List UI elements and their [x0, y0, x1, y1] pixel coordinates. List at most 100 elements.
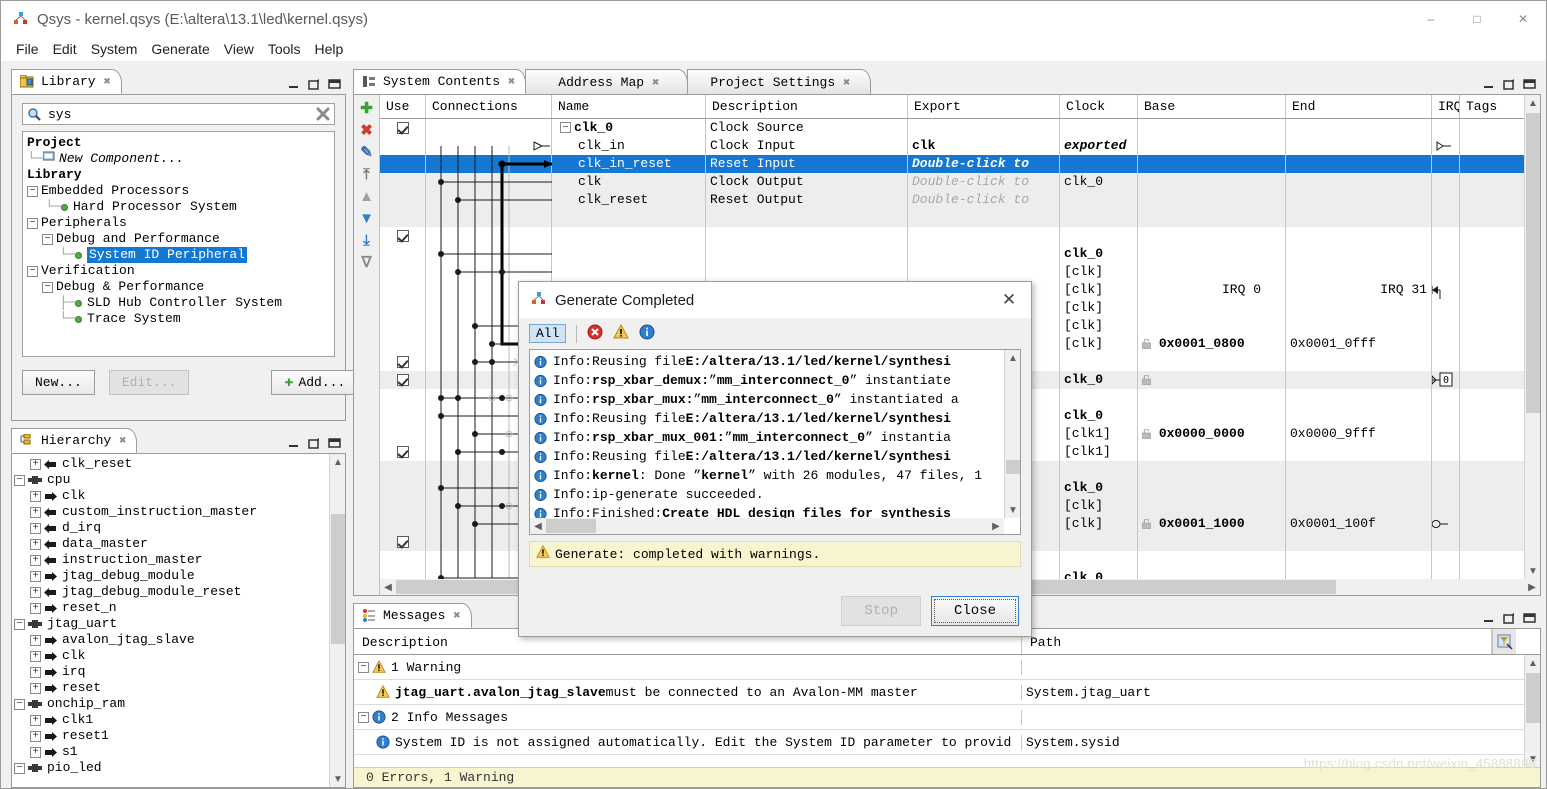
clock-cell[interactable]: [clk] — [1060, 515, 1138, 533]
sc-minimize-icon[interactable] — [1483, 78, 1496, 90]
tree-item-peripherals[interactable]: − Peripherals — [27, 215, 330, 231]
irq-cell[interactable] — [1432, 119, 1460, 137]
export-cell[interactable]: Double-click to — [908, 191, 1060, 209]
hierarchy-row[interactable]: + jtag_debug_module — [14, 568, 329, 584]
base-cell[interactable] — [1138, 227, 1286, 245]
scroll-down-icon[interactable]: ▼ — [1525, 563, 1540, 579]
menu-file[interactable]: File — [9, 39, 46, 59]
hierarchy-row[interactable]: + reset1 — [14, 728, 329, 744]
connections-cell[interactable] — [426, 191, 552, 209]
base-cell[interactable] — [1138, 209, 1286, 227]
tree-group-library[interactable]: Library — [27, 167, 330, 183]
connections-cell[interactable] — [426, 119, 552, 137]
close-button[interactable]: ✕ — [1500, 1, 1546, 37]
scroll-left-icon[interactable]: ◀ — [380, 579, 396, 595]
tab-project-settings[interactable]: Project Settings ✖ — [687, 69, 872, 94]
scrollbar-thumb[interactable] — [331, 514, 345, 644]
hierarchy-row[interactable]: + reset — [14, 680, 329, 696]
dialog-log-vertical-scrollbar[interactable]: ▲ ▼ — [1004, 350, 1020, 518]
base-cell[interactable] — [1138, 443, 1286, 461]
menu-system[interactable]: System — [84, 39, 145, 59]
tags-cell[interactable] — [1460, 443, 1524, 461]
use-checkbox-cell[interactable] — [380, 191, 426, 209]
tags-cell[interactable] — [1460, 497, 1524, 515]
tree-item-debug-performance[interactable]: − Debug & Performance — [27, 279, 330, 295]
expander-icon[interactable]: − — [27, 185, 38, 197]
column-header-base[interactable]: Base — [1138, 95, 1286, 118]
use-checkbox-cell[interactable] — [380, 371, 426, 389]
base-cell[interactable]: IRQ 0 — [1138, 281, 1286, 299]
hierarchy-maximize-icon[interactable] — [328, 437, 341, 449]
tags-cell[interactable] — [1460, 281, 1524, 299]
scrollbar-thumb[interactable] — [1526, 673, 1540, 723]
library-maximize-icon[interactable] — [328, 78, 341, 90]
column-header-name[interactable]: Name — [552, 95, 706, 118]
base-cell[interactable] — [1138, 119, 1286, 137]
hierarchy-row[interactable]: − cpu — [14, 472, 329, 488]
tags-cell[interactable] — [1460, 299, 1524, 317]
scroll-up-icon[interactable]: ▲ — [1525, 95, 1540, 111]
scroll-down-icon[interactable]: ▼ — [1525, 751, 1540, 767]
message-row[interactable]: − 1 Warning — [354, 655, 1524, 680]
remove-icon[interactable]: ✖ — [357, 121, 377, 139]
message-filter-icon[interactable] — [1492, 629, 1516, 654]
log-line[interactable]: Info: Reusing file E:/altera/13.1/led/ke… — [530, 409, 1004, 428]
move-top-icon[interactable]: ⤒ — [357, 165, 377, 183]
move-bottom-icon[interactable]: ⤓ — [357, 231, 377, 249]
sc-maximize-icon[interactable] — [1523, 78, 1536, 90]
tags-cell[interactable] — [1460, 173, 1524, 191]
tree-group-project[interactable]: Project — [27, 135, 330, 151]
tags-cell[interactable] — [1460, 155, 1524, 173]
base-cell[interactable] — [1138, 551, 1286, 569]
tags-cell[interactable] — [1460, 137, 1524, 155]
expander-icon[interactable]: − — [560, 122, 571, 134]
tags-cell[interactable] — [1460, 461, 1524, 479]
export-cell[interactable] — [908, 119, 1060, 137]
hierarchy-row[interactable]: + s1 — [14, 744, 329, 760]
export-cell[interactable] — [908, 209, 1060, 227]
clock-cell[interactable] — [1060, 119, 1138, 137]
clock-cell[interactable]: clk_0 — [1060, 569, 1138, 579]
hierarchy-row[interactable]: + jtag_debug_module_reset — [14, 584, 329, 600]
connections-cell[interactable] — [426, 155, 552, 173]
clock-cell[interactable] — [1060, 227, 1138, 245]
hierarchy-row[interactable]: + clk — [14, 488, 329, 504]
minimize-button[interactable]: – — [1408, 1, 1454, 37]
expander-icon[interactable]: − — [27, 217, 38, 229]
hierarchy-row[interactable]: + data_master — [14, 536, 329, 552]
expander-icon[interactable]: + — [30, 682, 41, 694]
irq-cell[interactable] — [1432, 245, 1460, 263]
use-checkbox-cell[interactable] — [380, 173, 426, 191]
close-button[interactable]: Close — [930, 596, 1019, 626]
move-up-icon[interactable]: ▲ — [357, 187, 377, 205]
base-cell[interactable] — [1138, 245, 1286, 263]
sc-vertical-scrollbar[interactable]: ▲ ▼ — [1524, 95, 1540, 579]
tree-item-system-id-peripheral[interactable]: └─ System ID Peripheral — [27, 247, 330, 263]
connections-cell[interactable] — [426, 227, 552, 245]
expander-icon[interactable]: + — [30, 602, 41, 614]
table-row[interactable] — [380, 227, 1524, 245]
use-checkbox-cell[interactable] — [380, 299, 426, 317]
irq-cell[interactable] — [1432, 569, 1460, 579]
tags-cell[interactable] — [1460, 335, 1524, 353]
add-button[interactable]: ✚ Add... — [271, 370, 359, 395]
log-line[interactable]: Info: Reusing file E:/altera/13.1/led/ke… — [530, 352, 1004, 371]
base-cell[interactable] — [1138, 137, 1286, 155]
scroll-up-icon[interactable]: ▲ — [1005, 350, 1020, 366]
tab-address-map[interactable]: Address Map ✖ — [525, 69, 689, 94]
library-restore-icon[interactable] — [308, 78, 321, 90]
base-cell[interactable] — [1138, 461, 1286, 479]
clock-cell[interactable] — [1060, 551, 1138, 569]
irq-cell[interactable] — [1432, 425, 1460, 443]
clear-icon[interactable] — [316, 107, 330, 121]
irq-cell[interactable] — [1432, 353, 1460, 371]
tags-cell[interactable] — [1460, 209, 1524, 227]
irq-cell[interactable] — [1432, 137, 1460, 155]
tab-library-close-icon[interactable]: ✖ — [104, 74, 111, 89]
use-checkbox-cell[interactable] — [380, 443, 426, 461]
export-cell[interactable] — [908, 263, 1060, 281]
table-row[interactable]: clk_in Clock Input clk exported — [380, 137, 1524, 155]
irq-cell[interactable] — [1432, 389, 1460, 407]
hierarchy-minimize-icon[interactable] — [288, 437, 301, 449]
expander-icon[interactable]: − — [358, 711, 369, 723]
